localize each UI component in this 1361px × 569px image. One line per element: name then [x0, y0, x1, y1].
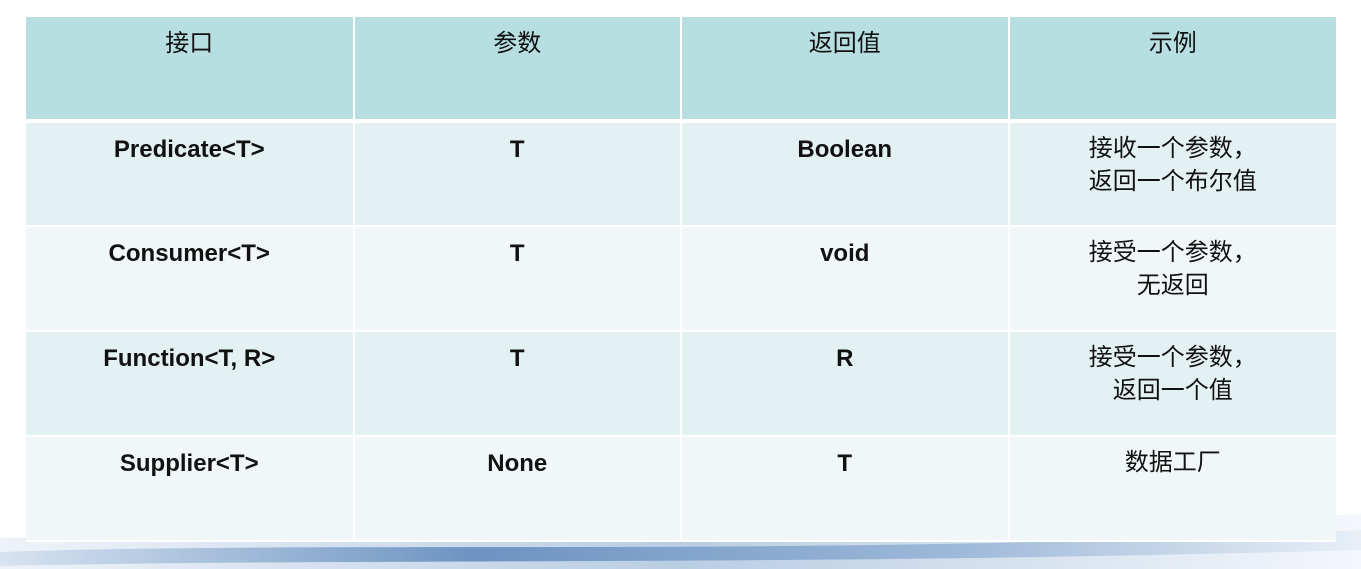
example-line: 接受一个参数，: [1088, 238, 1257, 266]
cell-param: T: [353, 121, 682, 227]
example-line: 无返回: [1136, 271, 1209, 299]
cell-param: None: [353, 436, 682, 542]
cell-return: R: [681, 331, 1010, 437]
cell-interface: Consumer<T>: [26, 226, 355, 332]
example-line: 返回一个布尔值: [1088, 167, 1257, 195]
table-row: Consumer<T> T void 接受一个参数， 无返回: [26, 226, 1336, 332]
example-line: 接受一个参数，: [1088, 343, 1257, 371]
example-line: 接收一个参数，: [1088, 134, 1257, 162]
table-row: Function<T, R> T R 接受一个参数， 返回一个值: [26, 331, 1336, 437]
cell-example: 接收一个参数， 返回一个布尔值: [1008, 121, 1336, 227]
example-line: 返回一个值: [1112, 376, 1233, 404]
slide: 接口 参数 返回值 示例 Predicate<T> T Boolean 接收一个…: [0, 0, 1361, 569]
header-example: 示例: [1008, 17, 1336, 123]
header-return: 返回值: [681, 17, 1010, 123]
cell-return: Boolean: [681, 121, 1010, 227]
cell-interface: Function<T, R>: [26, 331, 355, 437]
header-param: 参数: [353, 17, 682, 123]
example-line: 数据工厂: [1124, 448, 1221, 476]
cell-param: T: [353, 226, 682, 332]
table-row: Supplier<T> None T 数据工厂: [26, 436, 1336, 542]
table-header-row: 接口 参数 返回值 示例: [26, 17, 1336, 123]
functional-interface-table: 接口 参数 返回值 示例 Predicate<T> T Boolean 接收一个…: [26, 17, 1336, 542]
cell-example: 接受一个参数， 返回一个值: [1008, 331, 1336, 437]
cell-interface: Predicate<T>: [26, 121, 355, 227]
interface-table-container: 接口 参数 返回值 示例 Predicate<T> T Boolean 接收一个…: [26, 17, 1336, 544]
cell-param: T: [353, 331, 682, 437]
cell-example: 接受一个参数， 无返回: [1008, 226, 1336, 332]
header-interface: 接口: [26, 17, 355, 123]
table-row: Predicate<T> T Boolean 接收一个参数， 返回一个布尔值: [26, 121, 1336, 227]
cell-interface: Supplier<T>: [26, 436, 355, 542]
cell-return: T: [681, 436, 1010, 542]
cell-example: 数据工厂: [1008, 436, 1336, 542]
cell-return: void: [681, 226, 1010, 332]
